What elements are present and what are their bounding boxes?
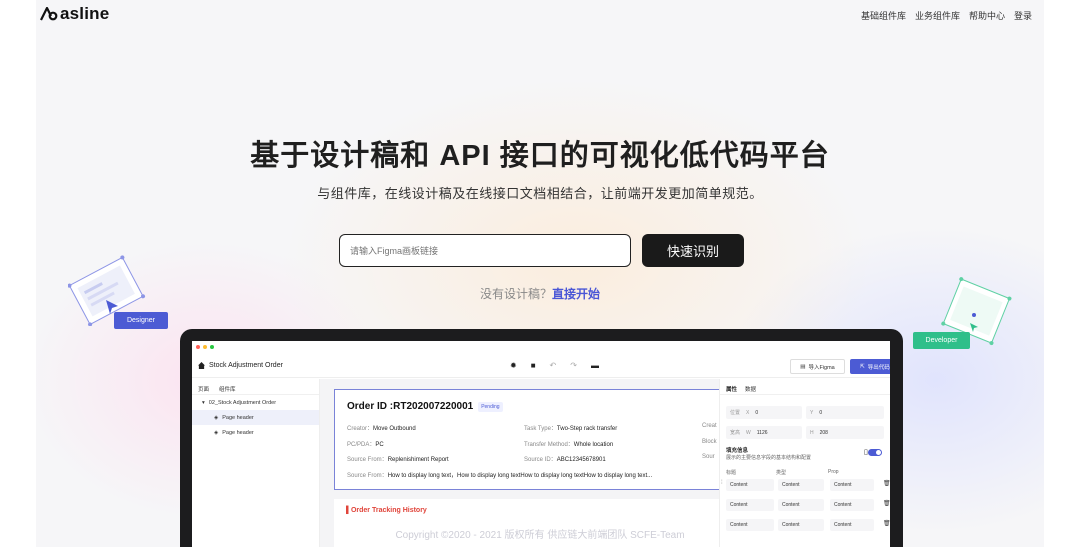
width-field[interactable]: 宽高 W 1126: [726, 426, 802, 439]
col-head-type: 类型: [776, 470, 787, 476]
brand-logo[interactable]: asline: [40, 4, 109, 24]
tab-pages[interactable]: 页面: [198, 385, 209, 393]
import-figma-label: 导入Figma: [808, 364, 835, 371]
tree-item-page-header-selected[interactable]: ◈ Page header: [192, 410, 319, 425]
tab-data[interactable]: 数据: [745, 385, 756, 393]
app-screen: Stock Adjustment Order ✹ ■ ↶ ↷ ▬ ▤ 导入Figm…: [192, 341, 890, 547]
window-controls: [196, 345, 214, 349]
fill-info-desc: 展示的主要信息字段的基本结构和配置: [726, 455, 812, 461]
nav-menu: 基础组件库 业务组件库 帮助中心 登录: [861, 9, 1032, 22]
no-design-prompt: 没有设计稿？直接开始: [0, 285, 1080, 302]
hero-title: 基于设计稿和 API 接口的可视化低代码平台: [250, 140, 830, 172]
developer-tag: Developer: [913, 332, 970, 349]
col-head-title: 标题: [726, 470, 737, 476]
redo-icon[interactable]: ↷: [570, 361, 577, 370]
export-code-label: 导出代码: [867, 364, 890, 371]
nav-item-basic-components[interactable]: 基础组件库: [861, 9, 906, 22]
tree-item-label: Page header: [222, 429, 254, 436]
cell-prop[interactable]: Content: [830, 499, 874, 511]
cell-type-select[interactable]: Content: [778, 479, 824, 491]
component-icon: ◈: [214, 414, 219, 421]
cell-title[interactable]: Content: [726, 499, 774, 511]
x-field[interactable]: 位置 X 0: [726, 406, 802, 419]
app-title: Stock Adjustment Order: [198, 362, 283, 369]
designer-tag: Designer: [114, 312, 168, 329]
height-field[interactable]: H 208: [806, 426, 884, 439]
tracking-card[interactable]: ▌Order Tracking History: [334, 499, 724, 547]
maximize-dot-icon: [210, 345, 214, 349]
order-header-card[interactable]: Order ID :RT202007220001 Pending Creator…: [334, 389, 724, 490]
properties-panel: 属性 数据 位置 X 0 Y0 宽高 W 1126 H 208 填充信息 展示的主要信息字…: [719, 379, 890, 547]
toolbar-actions: ✹ ■ ↶ ↷ ▬: [510, 361, 599, 370]
figma-icon: ▤: [800, 363, 806, 370]
sidebar-tabs: 页面 组件库: [192, 379, 319, 395]
y-field[interactable]: Y0: [806, 406, 884, 419]
logo-icon: [40, 7, 58, 21]
cell-title[interactable]: Content: [726, 519, 774, 531]
nav-item-help-center[interactable]: 帮助中心: [969, 9, 1005, 22]
cell-prop[interactable]: Content: [830, 479, 874, 491]
cell-type-select[interactable]: Content: [778, 499, 824, 511]
cell-title[interactable]: Content: [726, 479, 774, 491]
col-head-prop: Prop: [828, 469, 839, 475]
close-dot-icon: [196, 345, 200, 349]
props-tabs: 属性 数据: [720, 379, 890, 395]
save-icon[interactable]: ■: [531, 361, 536, 370]
cell-prop[interactable]: Content: [830, 519, 874, 531]
trash-icon[interactable]: 🗑: [883, 520, 890, 527]
export-code-button[interactable]: ⇱ 导出代码: [850, 359, 890, 374]
import-figma-button[interactable]: ▤ 导入Figma: [790, 359, 845, 374]
tree-item-page-header[interactable]: ◈ Page header: [192, 425, 319, 440]
order-id-text: Order ID :RT202007220001: [347, 401, 474, 412]
design-canvas: Order ID :RT202007220001 Pending Creator…: [320, 379, 724, 547]
app-title-text: Stock Adjustment Order: [209, 362, 283, 369]
nav-item-business-components[interactable]: 业务组件库: [915, 9, 960, 22]
fill-info-title: 填充信息: [726, 448, 749, 454]
trash-icon[interactable]: 🗑: [883, 480, 890, 487]
no-design-text: 没有设计稿？: [479, 287, 552, 301]
top-navigation: asline 基础组件库 业务组件库 帮助中心 登录: [0, 0, 1080, 28]
caret-down-icon: ▾: [202, 399, 205, 406]
settings-icon[interactable]: ✹: [510, 361, 517, 370]
brand-name: asline: [60, 4, 110, 23]
fill-info-toggle[interactable]: [868, 449, 882, 456]
trash-icon[interactable]: 🗑: [883, 500, 890, 507]
order-id: Order ID :RT202007220001 Pending: [347, 401, 503, 412]
tab-attributes[interactable]: 属性: [726, 385, 737, 393]
status-badge: Pending: [478, 401, 503, 412]
delete-icon[interactable]: ▬: [591, 361, 599, 370]
laptop-mockup: Stock Adjustment Order ✹ ■ ↶ ↷ ▬ ▤ 导入Figm…: [180, 329, 903, 547]
component-icon: ◈: [214, 429, 219, 436]
app-toolbar: Stock Adjustment Order ✹ ■ ↶ ↷ ▬ ▤ 导入Figm…: [192, 356, 890, 378]
export-icon: ⇱: [860, 363, 865, 370]
drag-handle-icon[interactable]: ⁞: [721, 480, 723, 486]
tree-item-page[interactable]: ▾ 02_Stock Adjustment Order: [192, 395, 319, 410]
tree-item-label: 02_Stock Adjustment Order: [208, 399, 277, 406]
hero-subtitle: 与组件库，在线设计稿及在线接口文档相结合，让前端开发更加简单规范。: [317, 186, 763, 201]
undo-icon[interactable]: ↶: [550, 361, 557, 370]
minimize-dot-icon: [203, 345, 207, 349]
sidebar: 页面 组件库 ▾ 02_Stock Adjustment Order ◈ Page …: [192, 379, 320, 547]
figma-link-input[interactable]: [339, 234, 631, 267]
nav-item-login[interactable]: 登录: [1014, 9, 1032, 22]
cell-type-select[interactable]: Content: [778, 519, 824, 531]
start-directly-link[interactable]: 直接开始: [552, 287, 600, 301]
quick-recognize-button[interactable]: 快速识别: [642, 234, 744, 267]
tab-components[interactable]: 组件库: [219, 385, 236, 393]
tree-item-label: Page header: [222, 414, 254, 421]
home-icon[interactable]: [198, 362, 205, 369]
tracking-title: ▌Order Tracking History: [346, 507, 427, 514]
